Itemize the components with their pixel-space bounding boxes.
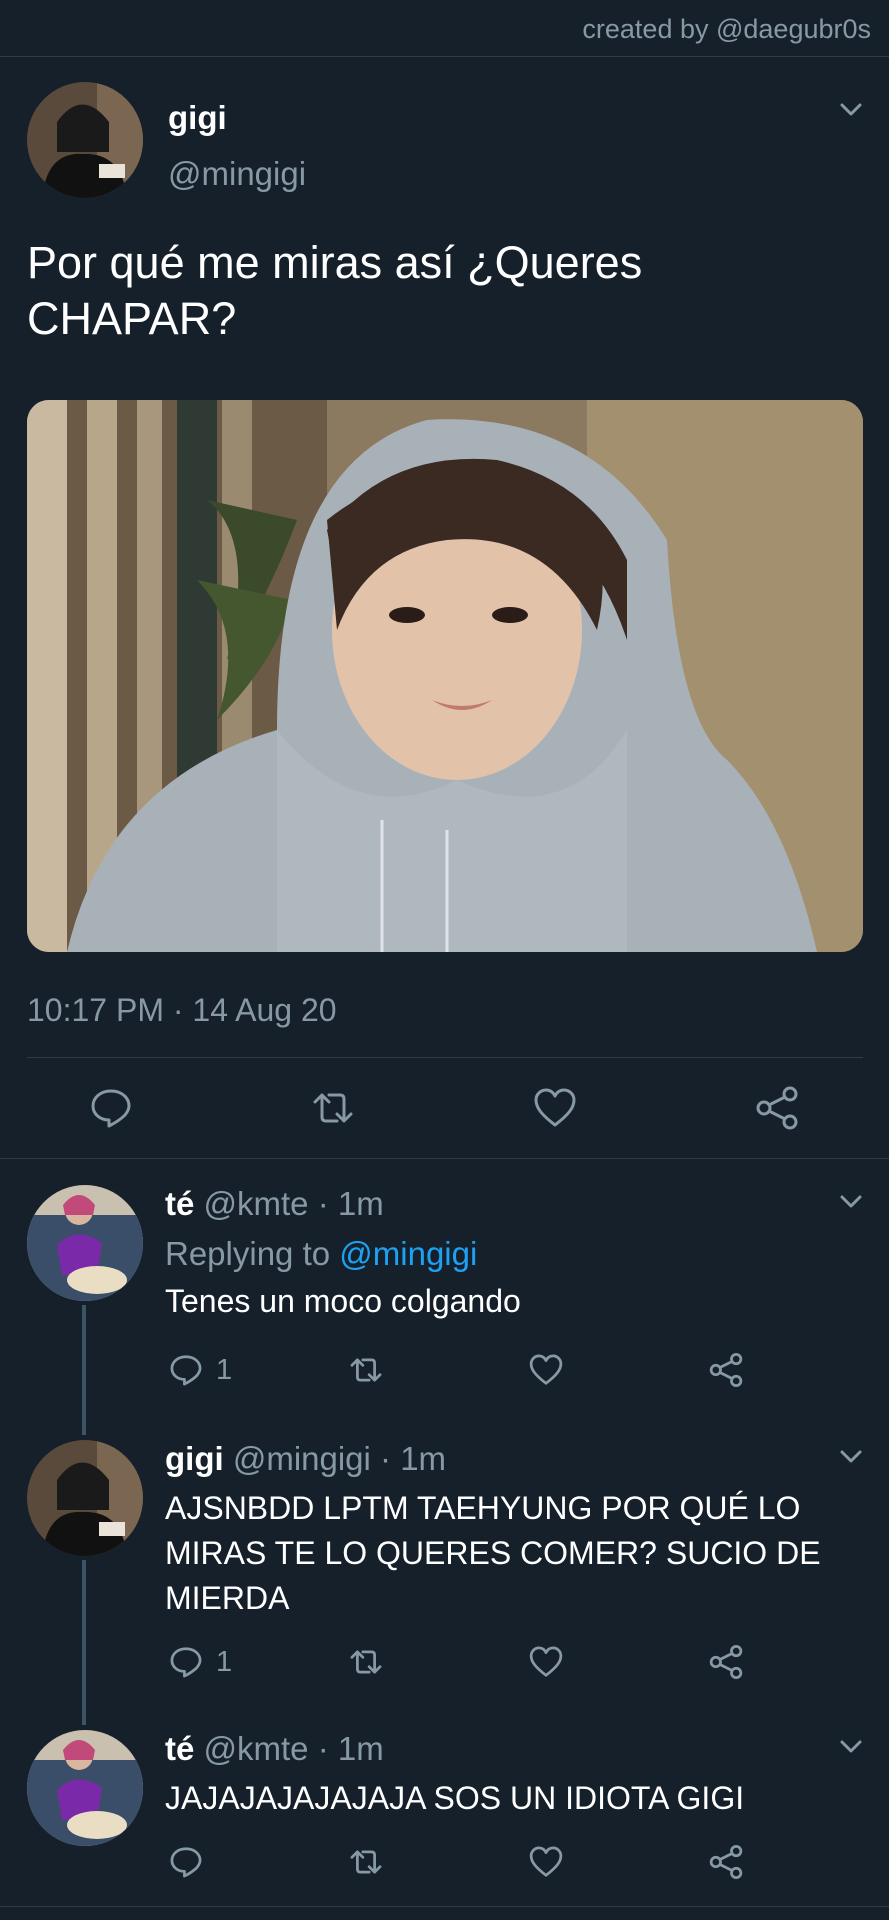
replying-to-mention[interactable]: @mingigi — [339, 1235, 477, 1272]
reply-count: 1 — [216, 1353, 233, 1386]
share-icon[interactable] — [754, 1085, 800, 1131]
speech-bubble-icon — [170, 1355, 202, 1386]
retweet-icon[interactable] — [348, 1642, 384, 1682]
author-name[interactable]: té — [165, 1185, 194, 1222]
tweet-text: Por qué me miras así ¿Queres CHAPAR? — [27, 237, 643, 344]
avatar[interactable] — [27, 1730, 143, 1846]
top-bar: created by @daegubr0s — [0, 0, 889, 57]
author-handle[interactable]: @kmte — [204, 1185, 309, 1222]
reply-header: té @kmte · 1m — [165, 1185, 384, 1223]
heart-icon[interactable] — [528, 1642, 564, 1682]
tweet-time[interactable]: · 1m — [318, 1185, 384, 1222]
heart-icon[interactable] — [532, 1085, 578, 1131]
tweet-time[interactable]: · 1m — [318, 1730, 384, 1767]
main-tweet: gigi @mingigi Por qué me miras así ¿Quer… — [0, 57, 889, 1157]
chevron-down-icon[interactable] — [836, 1732, 866, 1762]
share-icon[interactable] — [708, 1642, 744, 1682]
reply-tweet[interactable]: té @kmte · 1m JAJAJAJAJAJAJA SOS UN IDIO… — [0, 1720, 889, 1910]
divider — [0, 1906, 889, 1907]
tweet-photo[interactable] — [27, 400, 863, 952]
author-handle[interactable]: @mingigi — [233, 1440, 371, 1477]
speech-bubble-icon[interactable] — [168, 1842, 204, 1882]
heart-icon[interactable] — [528, 1350, 564, 1390]
chevron-down-icon[interactable] — [836, 1442, 866, 1472]
replying-to: Replying to @mingigi — [165, 1235, 477, 1273]
author-name[interactable]: gigi — [165, 1440, 224, 1477]
credit-text: created by @daegubr0s — [582, 14, 871, 44]
chevron-down-icon[interactable] — [836, 1187, 866, 1217]
heart-icon[interactable] — [528, 1842, 564, 1882]
reply-text: Tenes un moco colgando — [165, 1283, 521, 1319]
reply-tweet[interactable]: gigi @mingigi · 1m AJSNBDD LPTM TAEHYUNG… — [0, 1430, 889, 1710]
divider — [0, 1158, 889, 1159]
reply-tweet[interactable]: té @kmte · 1m Replying to @mingigi Tenes… — [0, 1175, 889, 1415]
reply-button[interactable]: 1 — [168, 1642, 232, 1682]
reply-count: 1 — [216, 1645, 233, 1678]
reply-header: té @kmte · 1m — [165, 1730, 384, 1768]
replying-to-label: Replying to — [165, 1235, 331, 1272]
reply-text: AJSNBDD LPTM TAEHYUNG POR QUÉ LO MIRAS T… — [165, 1490, 821, 1616]
tweet-time[interactable]: · 1m — [380, 1440, 446, 1477]
avatar[interactable] — [27, 1440, 143, 1556]
avatar[interactable] — [27, 1185, 143, 1301]
share-icon[interactable] — [708, 1350, 744, 1390]
author-handle[interactable]: @kmte — [204, 1730, 309, 1767]
share-icon[interactable] — [708, 1842, 744, 1882]
author-handle[interactable]: @mingigi — [168, 155, 306, 193]
reply-button[interactable]: 1 — [168, 1350, 232, 1390]
retweet-icon[interactable] — [348, 1842, 384, 1882]
tweet-timestamp[interactable]: 10:17 PM · 14 Aug 20 — [27, 992, 337, 1029]
retweet-icon[interactable] — [310, 1085, 356, 1131]
reply-text: JAJAJAJAJAJAJA SOS UN IDIOTA GIGI — [165, 1780, 745, 1816]
avatar[interactable] — [27, 82, 143, 198]
author-name[interactable]: gigi — [168, 99, 227, 137]
author-name[interactable]: té — [165, 1730, 194, 1767]
speech-bubble-icon[interactable] — [88, 1085, 134, 1131]
reply-header: gigi @mingigi · 1m — [165, 1440, 446, 1478]
retweet-icon[interactable] — [348, 1350, 384, 1390]
chevron-down-icon[interactable] — [836, 95, 866, 125]
divider — [27, 1057, 863, 1058]
